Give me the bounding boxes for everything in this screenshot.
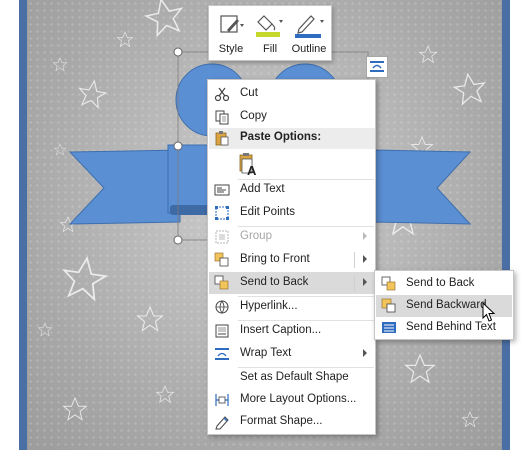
menu-item-label: Group — [240, 230, 272, 242]
pen-outline-icon — [295, 15, 324, 38]
submenu-arrow-icon — [363, 232, 367, 240]
layout-options-icon — [215, 394, 229, 406]
menu-item-edit-points[interactable]: Edit Points — [209, 202, 375, 224]
submenu-arrow-icon — [363, 278, 367, 286]
send-behind-text-icon — [382, 322, 396, 333]
menu-item-label: Wrap Text — [240, 347, 292, 359]
resize-handle[interactable] — [173, 235, 183, 245]
style-button[interactable]: Style — [213, 10, 249, 58]
group-icon — [215, 230, 229, 244]
menu-item-set-default-shape[interactable]: Set as Default Shape — [209, 367, 375, 389]
menu-item-label: Edit Points — [240, 206, 295, 218]
menu-item-more-layout-options[interactable]: More Layout Options... — [209, 389, 375, 411]
fill-button[interactable]: Fill — [252, 10, 288, 58]
send-to-back-icon — [214, 275, 229, 290]
copy-icon — [215, 110, 229, 125]
style-label: Style — [218, 43, 244, 55]
bring-to-front-icon — [214, 252, 229, 267]
send-backward-icon — [381, 298, 396, 313]
format-shape-icon — [215, 416, 229, 430]
split-divider — [354, 252, 355, 268]
hyperlink-icon — [215, 300, 229, 314]
insert-caption-icon — [215, 324, 229, 338]
layout-options-button[interactable] — [366, 56, 388, 78]
submenu-item-label: Send Backward — [406, 299, 487, 311]
wrap-text-icon — [215, 348, 229, 360]
menu-item-label: Bring to Front — [240, 253, 310, 265]
mouse-pointer-icon — [482, 302, 496, 322]
menu-item-format-shape[interactable]: Format Shape... — [209, 411, 375, 433]
layout-options-icon — [370, 61, 384, 72]
menu-item-insert-caption[interactable]: Insert Caption... — [209, 320, 375, 342]
add-text-icon — [214, 184, 230, 196]
menu-item-bring-to-front[interactable]: Bring to Front — [209, 249, 375, 271]
paste-options-header: Paste Options: — [209, 128, 375, 149]
resize-handle[interactable] — [173, 47, 183, 57]
menu-item-send-to-back[interactable]: Send to Back — [209, 272, 375, 294]
menu-item-label: Set as Default Shape — [240, 371, 349, 383]
menu-item-wrap-text[interactable]: Wrap Text — [209, 343, 375, 365]
paste-icon — [215, 131, 229, 146]
outline-button[interactable]: Outline — [289, 10, 329, 58]
outline-label: Outline — [291, 43, 327, 55]
menu-item-label: Hyperlink... — [240, 300, 298, 312]
paste-keep-text-only-button[interactable]: A — [238, 153, 260, 178]
menu-item-add-text[interactable]: Add Text — [209, 179, 375, 201]
menu-item-label: Cut — [240, 87, 258, 99]
paste-options-label: Paste Options: — [240, 131, 322, 143]
paint-bucket-icon — [256, 15, 283, 37]
submenu-arrow-icon — [363, 255, 367, 263]
scissors-icon — [214, 87, 230, 102]
submenu-item-label: Send to Back — [406, 277, 475, 289]
menu-item-hyperlink[interactable]: Hyperlink... — [209, 296, 375, 318]
submenu-item-send-to-back[interactable]: Send to Back — [376, 273, 512, 295]
shape-style-icon — [220, 15, 244, 33]
menu-item-label: Format Shape... — [240, 415, 323, 427]
context-menu: Cut Copy Paste Options: A Add Text Edit … — [207, 79, 376, 435]
svg-text:A: A — [247, 163, 257, 177]
menu-item-label: Copy — [240, 110, 267, 122]
menu-item-cut[interactable]: Cut — [209, 83, 375, 105]
edit-points-icon — [215, 206, 229, 220]
mini-toolbar: Style Fill Outline — [208, 5, 332, 61]
split-divider — [354, 275, 355, 291]
submenu-arrow-icon — [363, 349, 367, 357]
send-to-back-icon — [381, 276, 396, 291]
menu-item-label: More Layout Options... — [240, 393, 357, 405]
menu-item-group[interactable]: Group — [209, 226, 375, 248]
menu-item-label: Add Text — [240, 183, 285, 195]
paste-text-only-icon: A — [239, 153, 257, 178]
menu-item-copy[interactable]: Copy — [209, 106, 375, 128]
menu-item-label: Send to Back — [240, 276, 309, 288]
fill-label: Fill — [262, 43, 278, 55]
resize-handle[interactable] — [173, 141, 183, 151]
menu-item-label: Insert Caption... — [240, 324, 322, 336]
